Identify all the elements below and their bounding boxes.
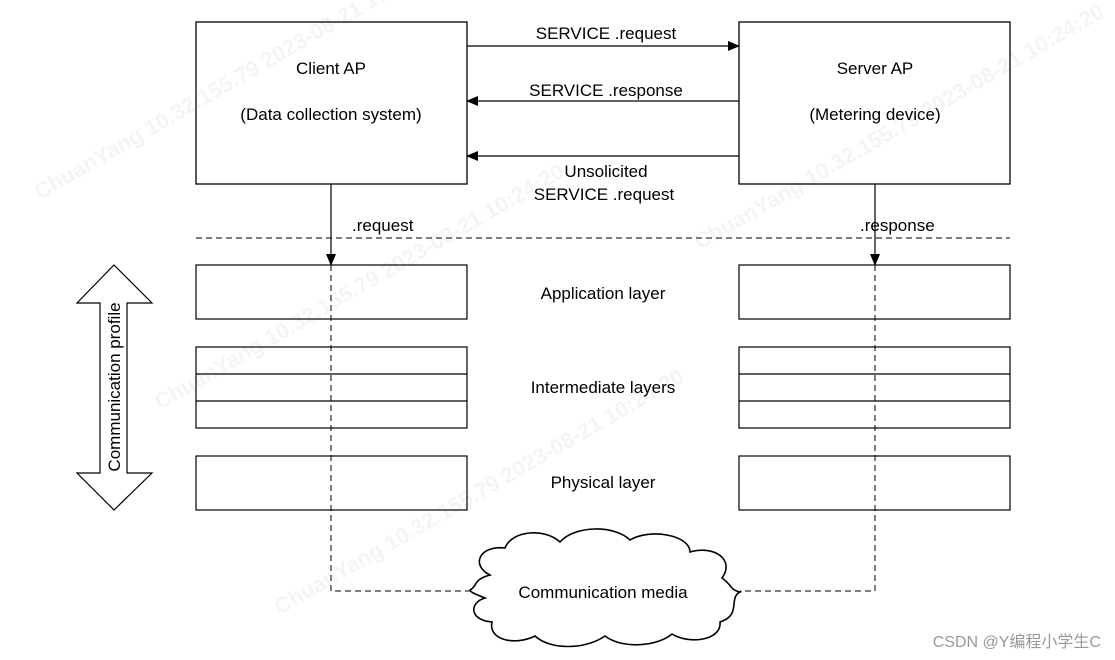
- intermediate-layers-label: Intermediate layers: [531, 378, 676, 397]
- server-ap-subtitle: (Metering device): [809, 105, 940, 124]
- unsolicited-label-1: Unsolicited: [564, 162, 647, 181]
- server-primitive-label: .response: [860, 216, 935, 235]
- server-ap-box: [738, 21, 1011, 185]
- client-ap-box: [195, 21, 468, 185]
- client-primitive-label: .request: [352, 216, 414, 235]
- application-layer-label: Application layer: [541, 284, 666, 303]
- profile-label: Communication profile: [105, 302, 124, 471]
- physical-layer-label: Physical layer: [551, 473, 656, 492]
- server-physical-layer: [738, 455, 1011, 511]
- server-ap-title: Server AP: [837, 59, 914, 78]
- response-label: SERVICE .response: [529, 81, 683, 100]
- unsolicited-label-2: SERVICE .request: [534, 185, 675, 204]
- request-label: SERVICE .request: [536, 24, 677, 43]
- client-physical-layer: [195, 455, 468, 511]
- credit-watermark: CSDN @Y编程小学生C: [932, 634, 1101, 651]
- client-ap-subtitle: (Data collection system): [240, 105, 421, 124]
- client-ap-title: Client AP: [296, 59, 366, 78]
- protocol-diagram: ChuanYang 10.32.155.79 2023-08-21 10:24:…: [30, 0, 1108, 648]
- media-label: Communication media: [518, 583, 688, 602]
- svg-text:ChuanYang 10.32.155.79 2023-08: ChuanYang 10.32.155.79 2023-08-21 10:24:…: [30, 0, 448, 204]
- svg-text:ChuanYang 10.32.155.79 2023-08: ChuanYang 10.32.155.79 2023-08-21 10:24:…: [150, 158, 568, 414]
